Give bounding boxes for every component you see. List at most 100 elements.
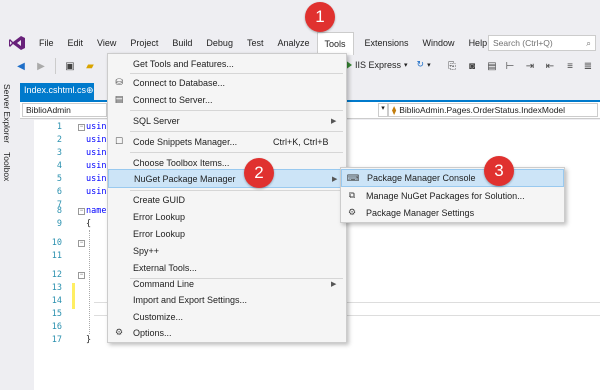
menu-item-code-snippets[interactable]: ☐ Code Snippets Manager... Ctrl+K, Ctrl+… — [108, 133, 346, 150]
line-number: 5 — [56, 174, 62, 184]
menu-separator — [130, 110, 343, 111]
menu-item-label: Connect to Server... — [133, 94, 213, 105]
menu-item-label: NuGet Package Manager — [134, 173, 236, 184]
menu-item-label: Create GUID — [133, 194, 186, 205]
menu-item-customize[interactable]: Customize... — [108, 308, 346, 325]
uncomment-icon[interactable]: ≣ — [581, 59, 595, 73]
line-number: 6 — [56, 187, 62, 197]
collapse-toggle[interactable]: − — [78, 124, 85, 131]
menu-item-create-guid[interactable]: Create GUID — [108, 191, 346, 208]
camera-icon[interactable]: ◙ — [465, 59, 479, 73]
code-using: usin — [86, 161, 107, 171]
menu-item-label: Customize... — [133, 311, 184, 322]
document-tab-title: Index.cshtml.cs — [24, 85, 87, 95]
server-icon: ▤ — [114, 94, 124, 104]
new-project-icon[interactable]: ▣ — [63, 59, 77, 73]
submenu-item-settings[interactable]: ⚙ Package Manager Settings — [341, 204, 564, 221]
menu-item-sql-server[interactable]: SQL Server ▶ — [108, 112, 346, 129]
menu-debug[interactable]: Debug — [199, 32, 240, 54]
forward-icon[interactable]: ▶ — [34, 59, 48, 73]
code-open-brace: { — [86, 219, 92, 229]
comment-icon[interactable]: ≡ — [563, 59, 577, 73]
nuget-packages-icon: ⧉ — [348, 190, 356, 200]
menu-view[interactable]: View — [90, 32, 123, 54]
step-badge-3: 3 — [484, 156, 514, 186]
menu-window[interactable]: Window — [416, 32, 462, 54]
submenu-arrow-icon: ▶ — [331, 280, 337, 288]
menu-tools[interactable]: Tools — [316, 31, 354, 55]
menu-item-label: Error Lookup — [133, 211, 186, 222]
submenu-item-label: Package Manager Console — [367, 173, 476, 183]
menu-item-label: Code Snippets Manager... — [133, 136, 238, 147]
refresh-icon[interactable]: ↻ — [417, 59, 425, 70]
collapse-toggle[interactable]: − — [78, 240, 85, 247]
code-close-brace: } — [86, 335, 92, 345]
menu-item-label: Connect to Database... — [133, 77, 226, 88]
outdent-icon[interactable]: ⇤ — [543, 59, 557, 73]
run-button[interactable]: IIS Express ▾ ↻ ▾ — [345, 59, 431, 70]
step-badge-2: 2 — [244, 158, 274, 188]
menu-item-import-export[interactable]: Import and Export Settings... — [108, 291, 346, 308]
menu-edit[interactable]: Edit — [61, 32, 91, 54]
menu-item-label: Options... — [133, 327, 172, 338]
menu-item-connect-server[interactable]: ▤ Connect to Server... — [108, 91, 346, 108]
collapse-toggle[interactable]: − — [78, 208, 85, 215]
back-icon[interactable]: ◀ — [14, 59, 28, 73]
line-number: 8 — [56, 206, 62, 216]
line-number: 17 — [51, 335, 62, 345]
indent-guide — [89, 230, 90, 334]
menu-test[interactable]: Test — [240, 32, 271, 54]
snippet-icon: ☐ — [114, 136, 124, 146]
open-folder-icon[interactable]: ▰ — [83, 59, 97, 73]
code-using: usin — [86, 135, 107, 145]
menu-project[interactable]: Project — [123, 32, 165, 54]
line-number: 15 — [51, 309, 62, 319]
submenu-item-package-manager-console[interactable]: ⌨ Package Manager Console — [341, 169, 564, 187]
menu-item-get-tools[interactable]: Get Tools and Features... — [108, 55, 346, 72]
line-number: 10 — [51, 238, 62, 248]
run-target-label: IIS Express — [355, 59, 402, 70]
collapse-toggle[interactable]: − — [78, 272, 85, 279]
menu-build[interactable]: Build — [165, 32, 199, 54]
menu-bar: File Edit View Project Build Debug Test … — [0, 31, 600, 55]
submenu-item-label: Package Manager Settings — [366, 207, 475, 218]
browser-link-icon[interactable]: ⎘ — [445, 59, 459, 73]
menu-item-error-lookup[interactable]: Error Lookup — [108, 208, 346, 225]
document-tab[interactable]: Index.cshtml.cs ⊕ — [20, 83, 94, 100]
menu-file[interactable]: File — [32, 32, 61, 54]
screenshot-icon[interactable]: ▤ — [485, 59, 499, 73]
menu-item-command-line[interactable]: Command Line ▶ — [108, 275, 346, 292]
align-icon[interactable]: ⊢ — [503, 59, 517, 73]
menu-item-label: Command Line — [133, 278, 195, 289]
indent-icon[interactable]: ⇥ — [523, 59, 537, 73]
visual-studio-logo-icon — [9, 36, 25, 50]
menu-item-nuget[interactable]: NuGet Package Manager ▶ — [108, 169, 346, 188]
database-icon: ⛁ — [115, 77, 123, 87]
menu-item-label: Error Lookup — [133, 228, 186, 239]
toolbox-tab[interactable]: Toolbox — [2, 152, 12, 181]
dropdown-chevron-icon[interactable]: ▾ — [378, 103, 388, 117]
menu-item-label: Spy++ — [133, 245, 160, 256]
submenu-item-manage-packages[interactable]: ⧉ Manage NuGet Packages for Solution... — [341, 187, 564, 204]
pin-icon[interactable]: ⊕ — [86, 85, 94, 98]
line-number: 4 — [56, 161, 62, 171]
menu-item-connect-database[interactable]: ⛁ Connect to Database... — [108, 74, 346, 91]
line-number: 11 — [51, 251, 62, 261]
class-dropdown[interactable]: ⧫ BiblioAdmin.Pages.OrderStatus.IndexMod… — [388, 103, 598, 117]
code-using: usin — [86, 174, 107, 184]
project-dropdown[interactable]: BiblioAdmin — [22, 103, 107, 117]
code-using: usin — [86, 122, 107, 132]
submenu-arrow-icon: ▶ — [332, 175, 338, 183]
search-input[interactable]: Search (Ctrl+Q) ⌕ — [488, 35, 596, 51]
menu-item-error-lookup[interactable]: Error Lookup — [108, 225, 346, 242]
line-number: 12 — [51, 270, 62, 280]
menu-item-spy[interactable]: Spy++ — [108, 242, 346, 259]
class-dropdown-value: BiblioAdmin.Pages.OrderStatus.IndexModel — [399, 105, 566, 115]
line-number: 16 — [51, 322, 62, 332]
server-explorer-tab[interactable]: Server Explorer — [2, 84, 12, 143]
menu-analyze[interactable]: Analyze — [270, 32, 316, 54]
menu-item-external-tools[interactable]: External Tools... — [108, 259, 346, 276]
search-placeholder: Search (Ctrl+Q) — [493, 38, 553, 48]
menu-extensions[interactable]: Extensions — [358, 32, 416, 54]
menu-item-options[interactable]: ⚙ Options... — [108, 324, 346, 341]
